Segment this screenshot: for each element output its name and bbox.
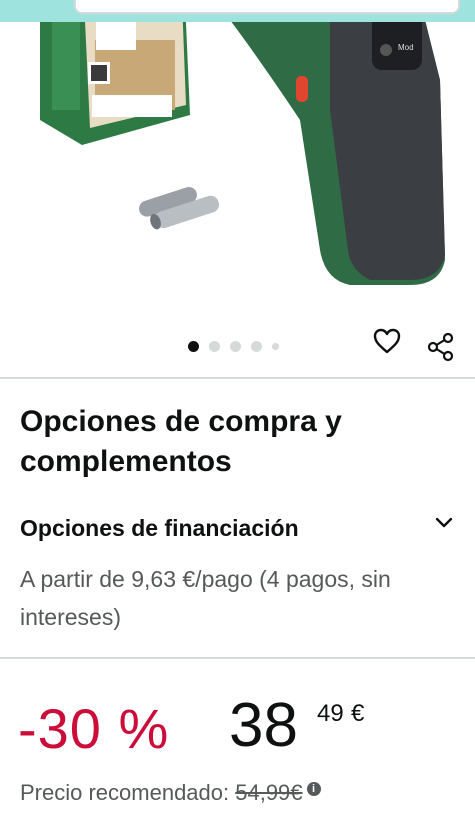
- financing-text: A partir de 9,63 €/pago (4 pagos, sin in…: [20, 566, 391, 630]
- carousel-dot[interactable]: [209, 341, 220, 352]
- carousel-dot[interactable]: [188, 341, 199, 352]
- price-currency: €: [351, 700, 365, 727]
- carousel-dot[interactable]: [251, 341, 262, 352]
- wishlist-button[interactable]: [370, 324, 404, 358]
- batteries: [139, 187, 219, 230]
- financing-title[interactable]: Opciones de financiación: [20, 515, 299, 542]
- price-whole: 38: [229, 691, 298, 760]
- info-icon[interactable]: i: [306, 782, 321, 796]
- recommended-price-label: Precio recomendado:: [20, 780, 236, 805]
- carousel-dot[interactable]: [272, 343, 279, 350]
- divider: [0, 657, 475, 659]
- divider: [0, 377, 475, 379]
- search-bar[interactable]: [74, 0, 460, 14]
- top-bar: [0, 0, 475, 22]
- chevron-down-icon: [435, 517, 453, 528]
- product-illustration: Mod: [40, 0, 445, 285]
- carousel-dot[interactable]: [230, 341, 241, 352]
- product-image[interactable]: Mod: [0, 0, 475, 330]
- share-button[interactable]: [424, 330, 458, 364]
- carousel-indicator[interactable]: [188, 341, 279, 352]
- heart-icon: [373, 328, 401, 354]
- share-icon: [427, 332, 454, 362]
- recommended-price-value: 54,99€: [235, 780, 303, 805]
- discount-percentage: -30 %: [18, 697, 170, 760]
- purchase-options-title: Opciones de compra y complementos: [20, 405, 342, 478]
- price-fraction: 49: [317, 700, 344, 727]
- svg-text:Mod: Mod: [398, 43, 414, 52]
- recommended-price: Precio recomendado: 54,99€ i: [20, 780, 321, 806]
- financing-expand-button[interactable]: [430, 509, 458, 537]
